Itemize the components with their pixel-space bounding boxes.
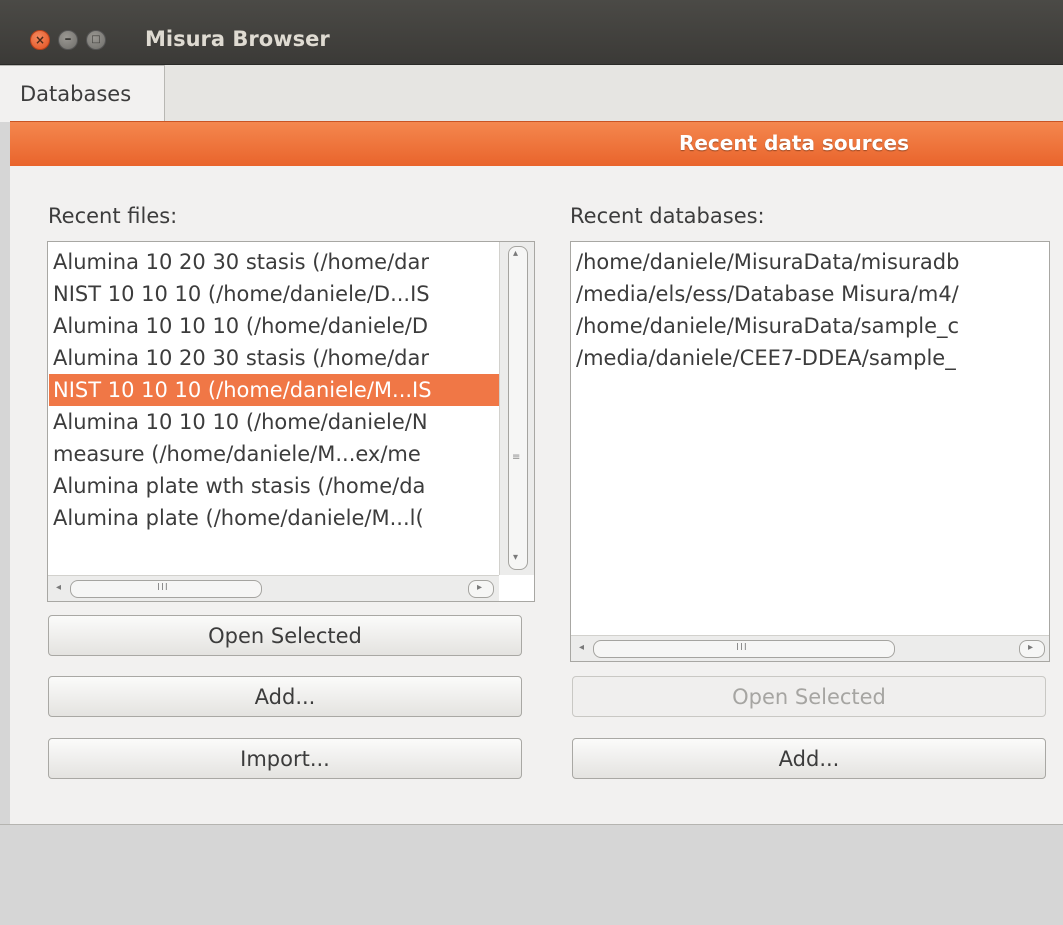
scroll-right-arrow-icon: ▸ xyxy=(477,582,483,593)
recent-databases-label: Recent databases: xyxy=(570,204,765,228)
content-area: Recent files: Alumina 10 20 30 stasis (/… xyxy=(10,166,1063,824)
list-item[interactable]: /media/els/ess/Database Misura/m4/ xyxy=(576,278,959,310)
list-item[interactable]: /media/daniele/CEE7-DDEA/sample_ xyxy=(576,342,956,374)
scroll-grip-icon: III xyxy=(736,642,748,653)
minimize-icon: – xyxy=(64,31,72,47)
databases-horizontal-scrollbar[interactable]: ◂ III ▸ xyxy=(571,635,1049,661)
scroll-right-button[interactable]: ▸ xyxy=(1019,640,1045,658)
tab-databases[interactable]: Databases xyxy=(0,65,165,122)
scroll-left-arrow-icon[interactable]: ◂ xyxy=(56,582,61,593)
list-item[interactable]: Alumina plate (/home/daniele/M...l( xyxy=(53,502,424,534)
close-window-button[interactable]: × xyxy=(30,30,50,50)
files-vertical-scroll-thumb[interactable] xyxy=(508,246,528,570)
scroll-right-arrow-icon: ▸ xyxy=(1028,642,1034,653)
section-header: Recent data sources xyxy=(10,121,1063,167)
window-titlebar: × – □ Misura Browser xyxy=(0,0,1063,65)
window-title: Misura Browser xyxy=(145,27,330,51)
list-item[interactable]: NIST 10 10 10 (/home/daniele/D...IS xyxy=(53,278,430,310)
recent-databases-list[interactable]: /home/daniele/MisuraData/misuradb /media… xyxy=(570,241,1050,662)
list-item-selected[interactable]: NIST 10 10 10 (/home/daniele/M...IS xyxy=(49,374,503,406)
minimize-window-button[interactable]: – xyxy=(58,30,78,50)
scroll-left-arrow-icon[interactable]: ◂ xyxy=(579,642,584,653)
files-vertical-scrollbar[interactable]: ▴ ≡ ▾ xyxy=(499,242,534,575)
import-file-button[interactable]: Import... xyxy=(48,738,522,779)
list-item[interactable]: Alumina 10 20 30 stasis (/home/dar xyxy=(53,246,429,278)
maximize-window-button[interactable]: □ xyxy=(86,30,106,50)
maximize-icon: □ xyxy=(91,34,101,45)
scroll-up-arrow-icon[interactable]: ▴ xyxy=(513,248,518,259)
scroll-grip-icon: ≡ xyxy=(512,452,522,463)
list-item[interactable]: measure (/home/daniele/M...ex/me xyxy=(53,438,421,470)
recent-files-list[interactable]: Alumina 10 20 30 stasis (/home/dar NIST … xyxy=(47,241,535,602)
list-item[interactable]: Alumina 10 10 10 (/home/daniele/N xyxy=(53,406,428,438)
status-area xyxy=(0,824,1063,925)
list-item[interactable]: Alumina 10 20 30 stasis (/home/dar xyxy=(53,342,429,374)
list-item[interactable]: Alumina 10 10 10 (/home/daniele/D xyxy=(53,310,428,342)
scroll-down-arrow-icon[interactable]: ▾ xyxy=(513,552,518,563)
open-selected-file-button[interactable]: Open Selected xyxy=(48,615,522,656)
list-item[interactable]: Alumina plate wth stasis (/home/da xyxy=(53,470,425,502)
close-icon: × xyxy=(34,33,46,47)
recent-files-label: Recent files: xyxy=(48,204,178,228)
section-header-title: Recent data sources xyxy=(678,131,909,155)
open-selected-database-button[interactable]: Open Selected xyxy=(572,676,1046,717)
add-file-button[interactable]: Add... xyxy=(48,676,522,717)
scroll-right-button[interactable]: ▸ xyxy=(468,580,494,598)
scroll-grip-icon: III xyxy=(157,582,169,593)
list-item[interactable]: /home/daniele/MisuraData/sample_c xyxy=(576,310,959,342)
add-database-button[interactable]: Add... xyxy=(572,738,1046,779)
files-horizontal-scrollbar[interactable]: ◂ III ▸ xyxy=(48,575,499,601)
files-horizontal-scroll-thumb[interactable]: III xyxy=(70,580,262,598)
list-item[interactable]: /home/daniele/MisuraData/misuradb xyxy=(576,246,959,278)
databases-horizontal-scroll-thumb[interactable]: III xyxy=(593,640,895,658)
